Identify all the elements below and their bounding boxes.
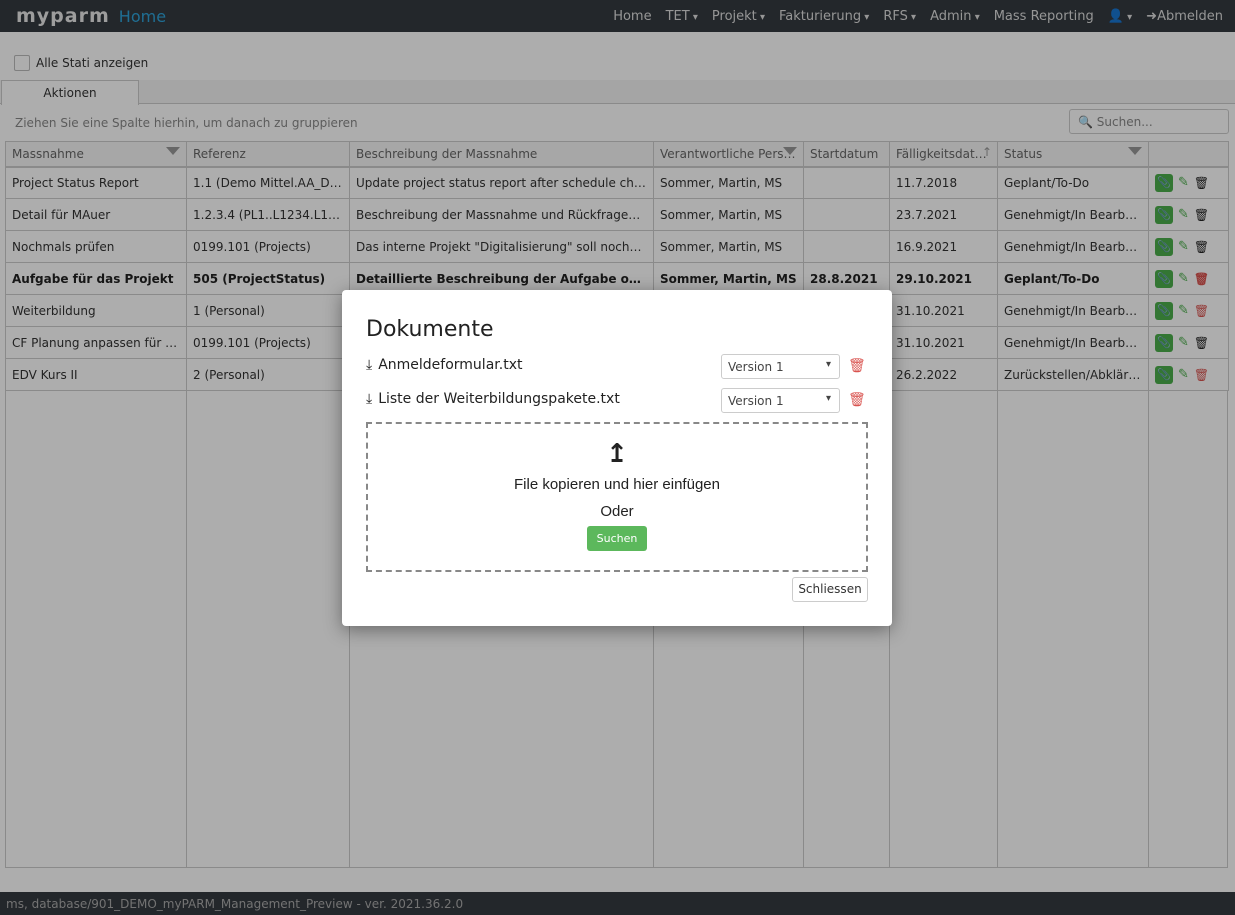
version-select[interactable]: Version 1 [721, 388, 840, 413]
trash-icon[interactable]: 🗑 [848, 358, 866, 374]
trash-icon[interactable]: 🗑 [848, 392, 866, 408]
document-link[interactable]: ⤓ Liste der Weiterbildungspakete.txt [366, 391, 620, 407]
upload-icon: ↥ [606, 439, 628, 469]
browse-button[interactable]: Suchen [586, 526, 648, 551]
download-icon: ⤓ [366, 391, 373, 407]
close-button[interactable]: Schliessen [792, 577, 868, 602]
file-drop-zone[interactable]: ↥ File kopieren und hier einfügen Oder S… [366, 422, 868, 572]
document-link[interactable]: ⤓ Anmeldeformular.txt [366, 357, 522, 373]
or-text: Oder [600, 503, 634, 520]
modal-title: Dokumente [366, 317, 494, 342]
documents-modal: Dokumente ⤓ Anmeldeformular.txt Version 1… [342, 290, 892, 626]
version-select[interactable]: Version 1 [721, 354, 840, 379]
download-icon: ⤓ [366, 357, 373, 373]
drop-text: File kopieren und hier einfügen [514, 476, 720, 493]
